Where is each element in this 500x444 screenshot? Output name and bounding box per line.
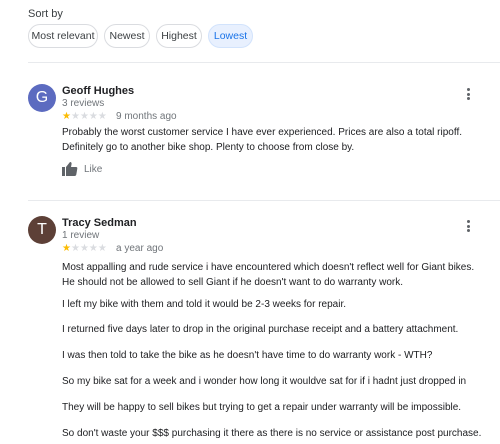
review-card: T Tracy Sedman 1 review ★★★★★ a year ago… [28,216,500,444]
like-label: Like [84,163,103,175]
star-icon: ★ [70,111,80,122]
sort-chip-most-relevant[interactable]: Most relevant [28,24,98,48]
like-button[interactable]: Like [62,160,102,178]
star-icon: ★ [97,111,107,122]
sort-by-label: Sort by [28,8,63,20]
review-count: 1 review [62,230,100,241]
star-icon: ★ [70,243,80,254]
star-icon: ★ [79,243,89,254]
review-text: Most appalling and rude service i have e… [62,262,475,288]
more-vert-icon[interactable] [462,86,474,102]
star-icon: ★ [88,243,98,254]
star-icon: ★ [97,243,107,254]
sort-chip-newest[interactable]: Newest [104,24,150,48]
review-date: 9 months ago [116,111,177,122]
reviewer-name[interactable]: Tracy Sedman [62,217,137,229]
sort-chip-highest[interactable]: Highest [156,24,202,48]
divider [28,62,500,63]
review-text: I returned five days later to drop in th… [62,324,459,335]
review-text: So don't waste your $$$ purchasing it th… [62,428,482,439]
reviewer-name[interactable]: Geoff Hughes [62,85,134,97]
review-text: Probably the worst customer service I ha… [62,127,463,153]
review-card: G Geoff Hughes 3 reviews ★★★★★ 9 months … [28,84,500,194]
review-text: I was then told to take the bike as he d… [62,350,433,361]
review-text: I left my bike with them and told it wou… [62,299,347,310]
review-text: So my bike sat for a week and i wonder h… [62,376,467,387]
star-icon: ★ [62,111,71,122]
avatar[interactable]: G [28,84,56,112]
star-rating: ★★★★★ [62,243,107,255]
star-icon: ★ [79,111,89,122]
divider [28,200,500,201]
review-text: They will be happy to sell bikes but try… [62,402,462,413]
thumb-up-icon [62,162,78,176]
avatar[interactable]: T [28,216,56,244]
review-date: a year ago [116,243,164,254]
star-icon: ★ [88,111,98,122]
star-icon: ★ [62,243,71,254]
more-vert-icon[interactable] [462,218,474,234]
star-rating: ★★★★★ [62,111,107,123]
sort-chip-lowest[interactable]: Lowest [208,24,253,48]
review-count: 3 reviews [62,98,105,109]
